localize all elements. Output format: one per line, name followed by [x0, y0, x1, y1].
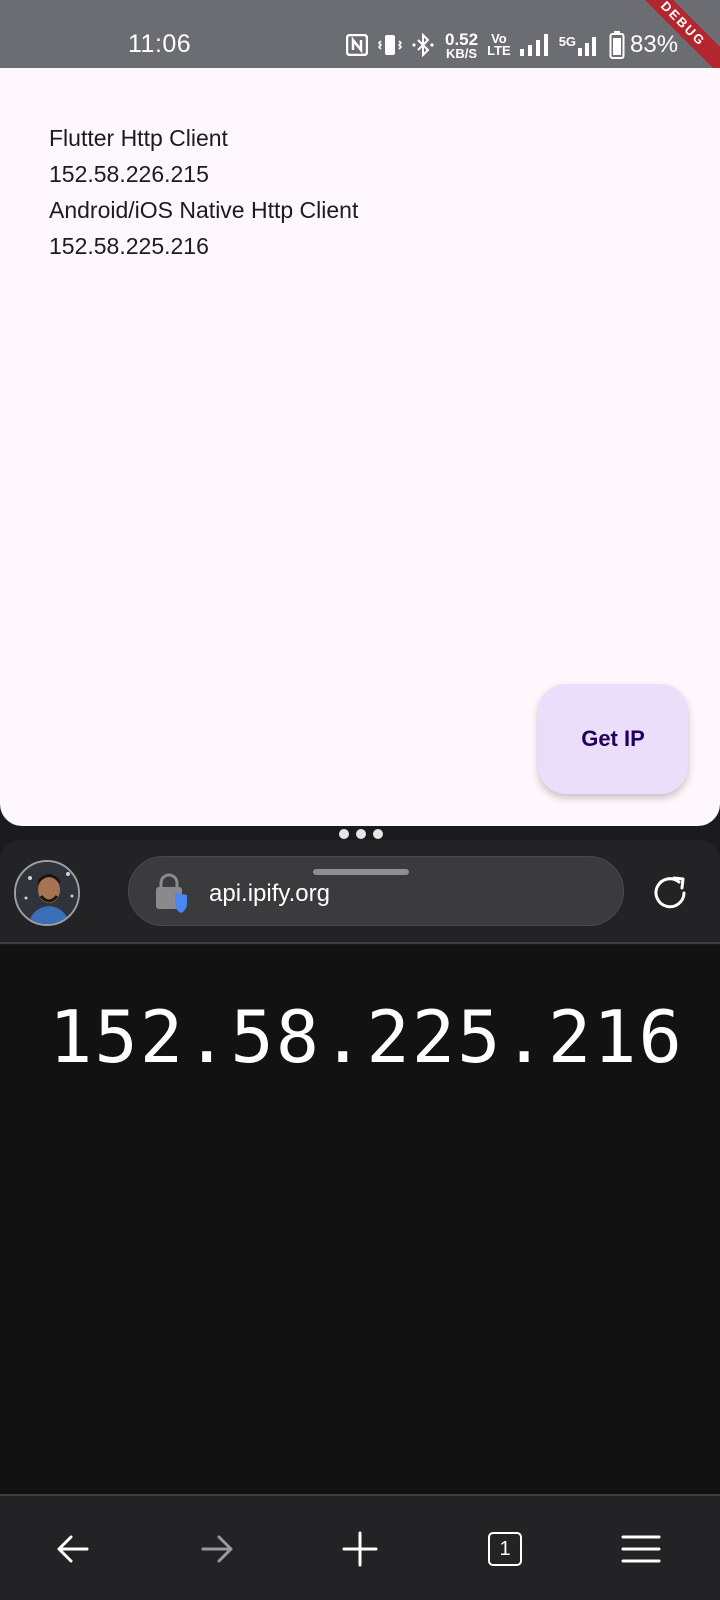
net-speed-value: 0.52: [445, 29, 479, 49]
signal-5g: 5G: [559, 34, 600, 56]
back-arrow-icon: [57, 1535, 89, 1563]
tab-count: 1: [499, 1537, 511, 1560]
page-ip-text: 152.58.225.216: [49, 995, 684, 1079]
tabs-button[interactable]: 1: [480, 1524, 530, 1574]
menu-icon: [621, 1535, 661, 1563]
status-bar: 11:06 0.52 KB/S Vo LTE 5G 83% DEBUG: [0, 0, 720, 85]
browser-bottom-nav: 1: [0, 1494, 720, 1600]
plus-icon: [342, 1531, 378, 1567]
ip-results: Flutter Http Client 152.58.226.215 Andro…: [49, 120, 358, 264]
handle-dot: [339, 829, 349, 839]
volte-bottom: LTE: [487, 43, 511, 58]
status-icons: 0.52 KB/S Vo LTE 5G 83%: [346, 28, 678, 62]
tab-count-icon: 1: [488, 1532, 522, 1566]
forward-arrow-icon: [201, 1535, 233, 1563]
back-button[interactable]: [48, 1524, 98, 1574]
bluetooth-icon: [412, 33, 434, 57]
split-screen-handle[interactable]: [339, 829, 383, 839]
network-label: 5G: [558, 34, 577, 49]
vibrate-icon: [377, 35, 403, 55]
flutter-client-label: Flutter Http Client: [49, 125, 228, 151]
handle-dot: [356, 829, 366, 839]
native-client-ip: 152.58.225.216: [49, 233, 209, 259]
nfc-icon: [346, 34, 368, 56]
new-tab-button[interactable]: [335, 1524, 385, 1574]
lock-shield-icon: [156, 873, 187, 913]
battery-icon: [609, 31, 625, 59]
flutter-client-ip: 152.58.226.215: [49, 161, 209, 187]
forward-button[interactable]: [192, 1524, 242, 1574]
menu-button[interactable]: [616, 1524, 666, 1574]
web-content: 152.58.225.216: [0, 945, 720, 1494]
signal-icon: [519, 34, 548, 56]
status-time: 11:06: [128, 30, 192, 58]
signal-5g-icon: [578, 37, 597, 56]
get-ip-button[interactable]: Get IP: [538, 684, 688, 794]
native-client-label: Android/iOS Native Http Client: [49, 197, 359, 223]
net-speed-unit: KB/S: [446, 45, 478, 61]
net-speed: 0.52 KB/S: [445, 31, 478, 60]
url-text[interactable]: api.ipify.org: [209, 880, 330, 908]
browser-toolbar: api.ipify.org: [0, 840, 720, 944]
url-bar-grip: [313, 869, 409, 875]
handle-dot: [373, 829, 383, 839]
battery-percent: 83%: [630, 31, 679, 58]
volte-indicator: Vo LTE: [487, 32, 511, 58]
flutter-app-window: Flutter Http Client 152.58.226.215 Andro…: [0, 68, 720, 826]
profile-photo-icon: [16, 862, 78, 924]
avatar[interactable]: [14, 860, 80, 926]
reload-icon[interactable]: [650, 872, 692, 914]
url-bar[interactable]: api.ipify.org: [128, 856, 624, 926]
